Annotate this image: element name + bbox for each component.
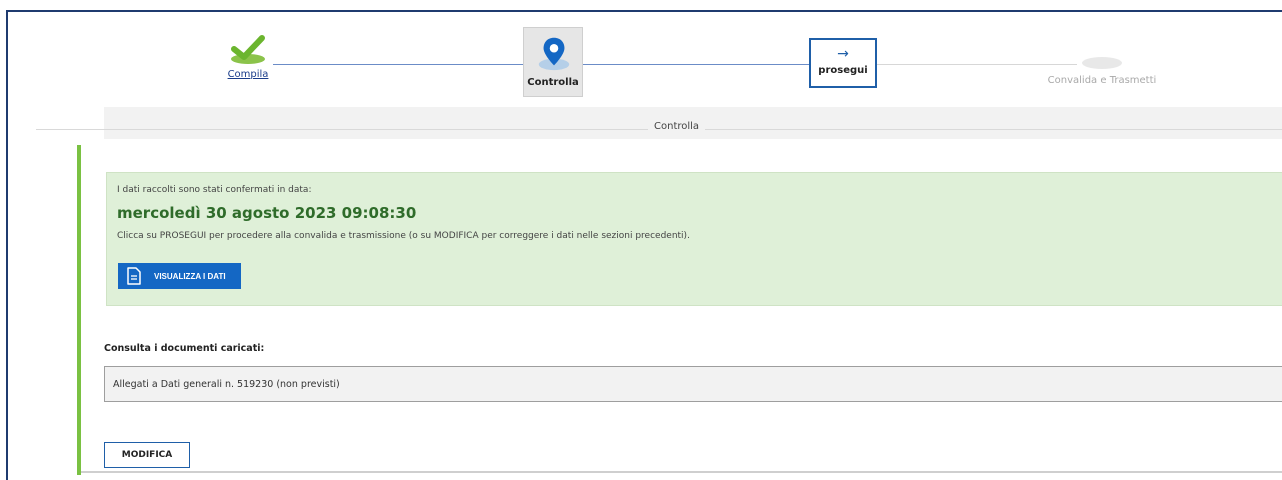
prosegui-button[interactable]: → prosegui — [809, 38, 877, 88]
document-item[interactable]: Allegati a Dati generali n. 519230 (non … — [104, 366, 1282, 402]
document-item-label: Allegati a Dati generali n. 519230 (non … — [113, 379, 340, 390]
map-pin-icon — [538, 37, 570, 71]
step-controlla: Controlla — [523, 27, 583, 97]
confirmation-date: mercoledì 30 agosto 2023 09:08:30 — [117, 204, 417, 222]
view-data-button[interactable]: VISUALIZZA I DATI — [118, 263, 241, 289]
step-connector — [273, 64, 523, 65]
confirmation-help: Clicca su PROSEGUI per procedere alla co… — [117, 231, 690, 241]
section-title: Controlla — [648, 121, 706, 132]
step-label[interactable]: Compila — [223, 69, 273, 80]
pending-step-icon — [1082, 57, 1122, 69]
documents-label: Consulta i documenti caricati: — [104, 343, 265, 354]
arrow-right-icon: → — [837, 46, 849, 62]
check-icon — [231, 35, 265, 64]
wizard-frame: Compila Controlla → prosegui Convalida e… — [6, 10, 1282, 480]
step-label: Convalida e Trasmetti — [1047, 75, 1157, 86]
view-data-label: VISUALIZZA I DATI — [154, 271, 226, 281]
stepper: Compila Controlla → prosegui Convalida e… — [8, 12, 1282, 107]
prosegui-label: prosegui — [818, 65, 868, 76]
step-convalida: Convalida e Trasmetti — [1027, 57, 1177, 86]
step-compila[interactable]: Compila — [223, 35, 273, 80]
step-label: Controlla — [527, 77, 579, 88]
panel-bottom-border — [81, 471, 1282, 473]
confirmation-box: I dati raccolti sono stati confermati in… — [106, 172, 1282, 306]
confirmation-intro: I dati raccolti sono stati confermati in… — [117, 185, 312, 195]
step-connector — [583, 64, 809, 65]
control-panel: I dati raccolti sono stati confermati in… — [77, 145, 1282, 475]
modify-button[interactable]: MODIFICA — [104, 442, 190, 468]
document-icon — [127, 267, 141, 285]
